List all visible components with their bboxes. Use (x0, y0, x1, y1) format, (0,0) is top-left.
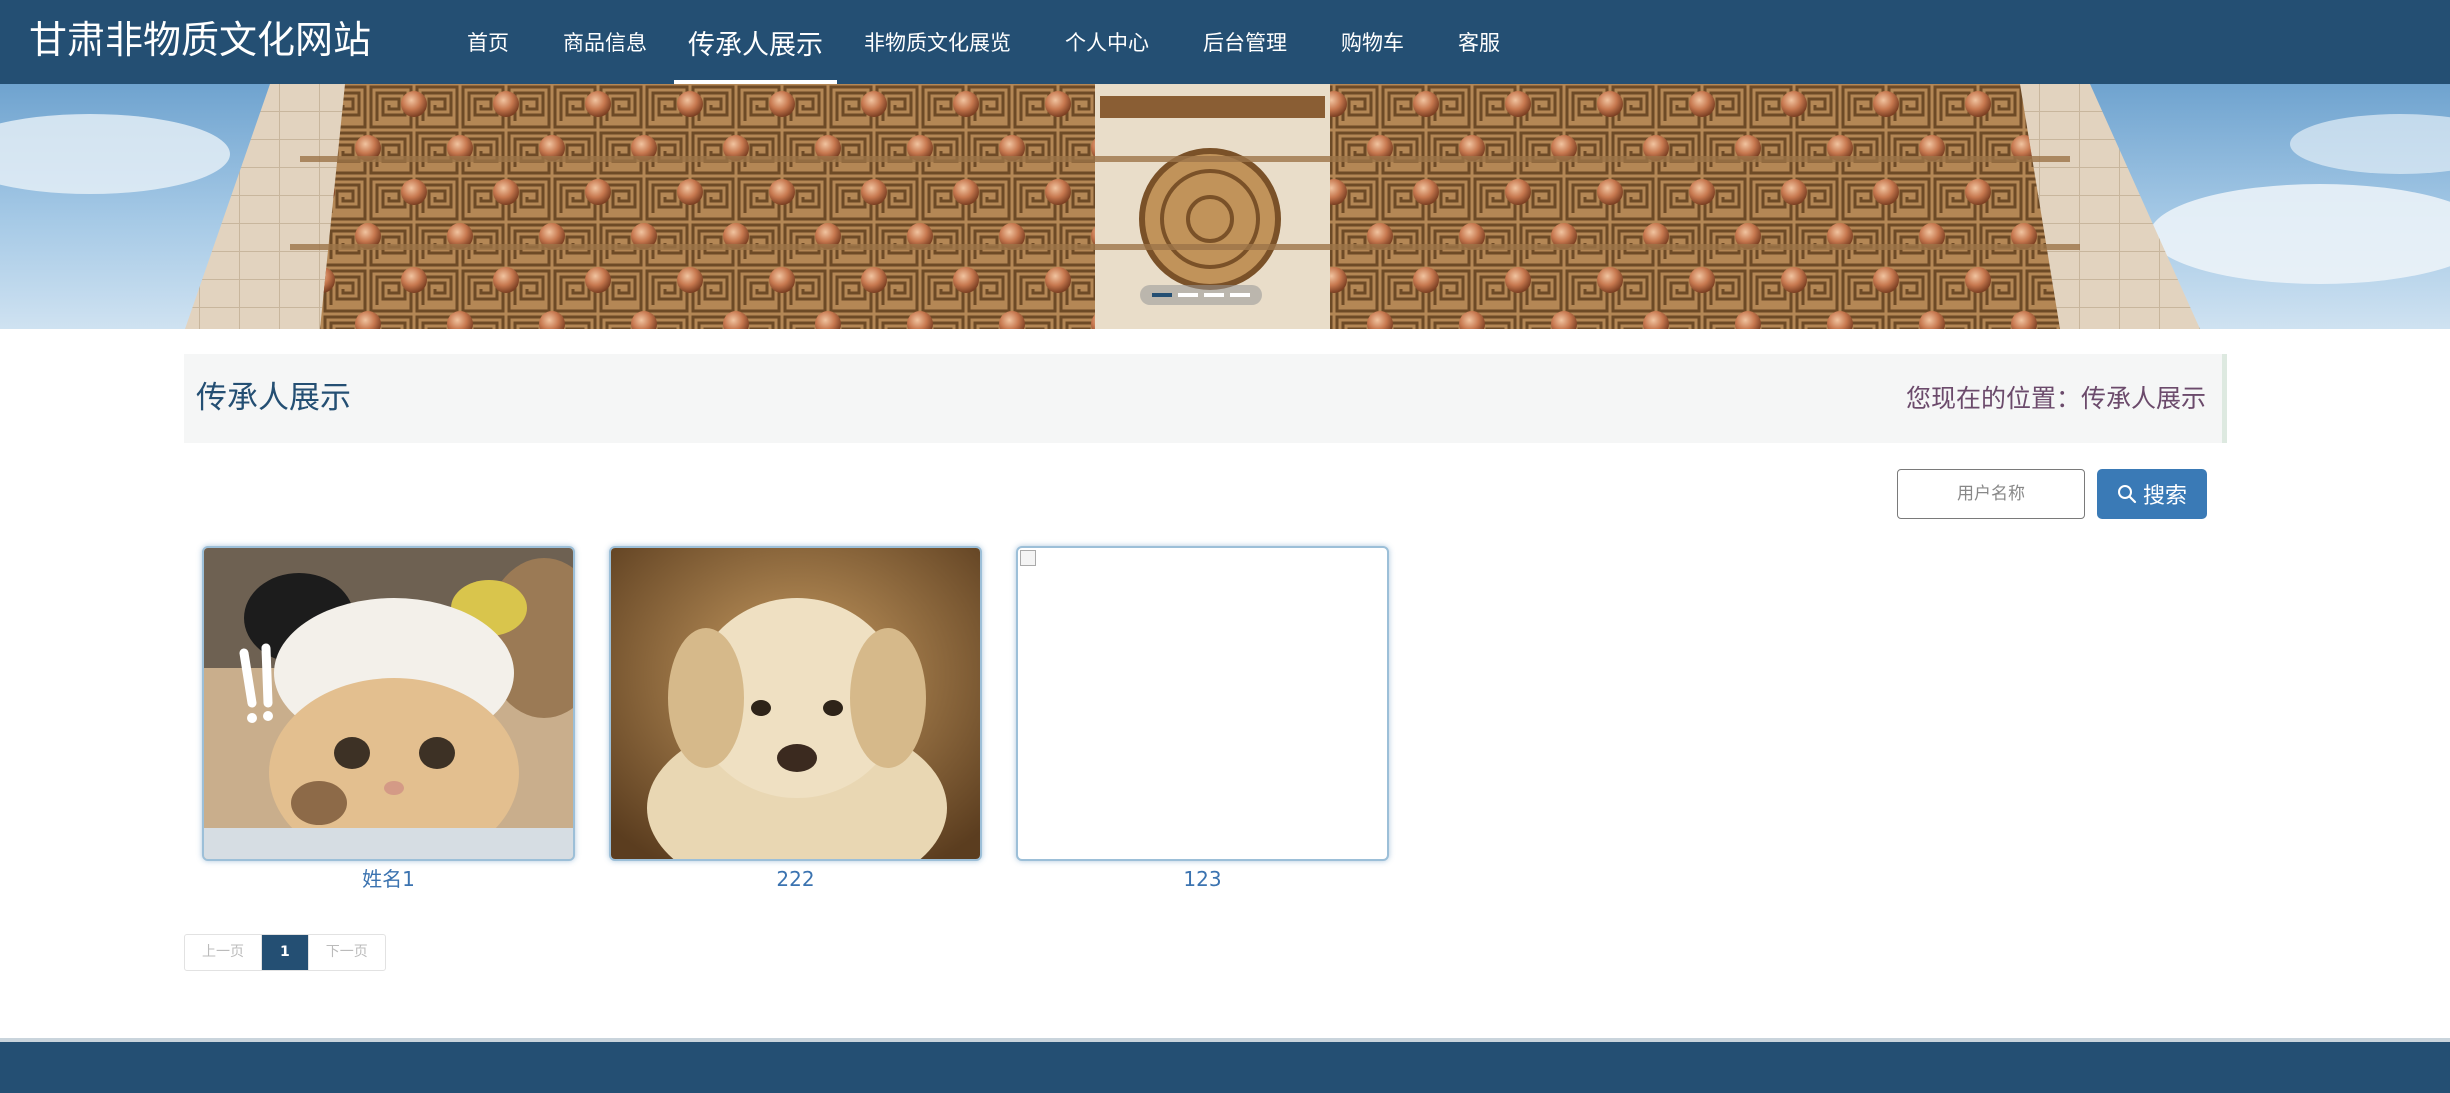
inheritor-name[interactable]: 姓名1 (202, 867, 575, 891)
inheritor-card[interactable]: 姓名1 (202, 546, 575, 891)
nav-item-inheritors[interactable]: 传承人展示 (674, 0, 837, 84)
top-navigation-bar: 甘肃非物质文化网站 首页 商品信息 传承人展示 非物质文化展览 个人中心 后台管… (0, 0, 2450, 84)
inheritor-name[interactable]: 222 (609, 867, 982, 891)
broken-image-icon (1020, 550, 1036, 566)
nav-item-personal-center[interactable]: 个人中心 (1038, 0, 1176, 84)
carousel-dot-3[interactable] (1204, 293, 1224, 297)
inheritor-photo[interactable] (609, 546, 982, 861)
carousel-dot-4[interactable] (1230, 293, 1250, 297)
carousel-dot-1[interactable] (1152, 293, 1172, 297)
cat-photo (204, 548, 573, 859)
site-title[interactable]: 甘肃非物质文化网站 (29, 12, 371, 68)
puppy-photo (611, 548, 980, 859)
inheritor-card[interactable]: 222 (609, 546, 982, 891)
search-button[interactable]: 搜索 (2097, 469, 2207, 519)
page-number-button[interactable]: 1 (262, 935, 309, 970)
carousel-dot-2[interactable] (1178, 293, 1198, 297)
inheritor-name[interactable]: 123 (1016, 867, 1389, 891)
inheritor-photo[interactable] (1016, 546, 1389, 861)
nav-item-exhibition[interactable]: 非物质文化展览 (837, 0, 1038, 84)
inheritor-photo[interactable] (202, 546, 575, 861)
nav-item-home[interactable]: 首页 (440, 0, 536, 84)
nav-item-cart[interactable]: 购物车 (1314, 0, 1431, 84)
inheritor-card[interactable]: 123 (1016, 546, 1389, 891)
next-page-button[interactable]: 下一页 (309, 935, 385, 970)
pagination: 上一页 1 下一页 (184, 934, 386, 971)
location-bar: 传承人展示 您现在的位置：传承人展示 (184, 354, 2227, 443)
search-icon (2117, 485, 2137, 504)
footer (0, 1038, 2450, 1093)
main-nav: 首页 商品信息 传承人展示 非物质文化展览 个人中心 后台管理 购物车 客服 (440, 0, 1527, 84)
page-title: 传承人展示 (196, 380, 351, 416)
nav-item-admin[interactable]: 后台管理 (1176, 0, 1314, 84)
search-input[interactable] (1897, 469, 2085, 519)
search-button-label: 搜索 (2142, 483, 2187, 508)
breadcrumb: 您现在的位置：传承人展示 (1905, 384, 2206, 413)
banner-carousel[interactable] (0, 84, 2450, 329)
carousel-indicators (1140, 285, 1262, 305)
nav-item-customer-service[interactable]: 客服 (1431, 0, 1527, 84)
nav-item-products[interactable]: 商品信息 (536, 0, 674, 84)
prev-page-button[interactable]: 上一页 (185, 935, 262, 970)
